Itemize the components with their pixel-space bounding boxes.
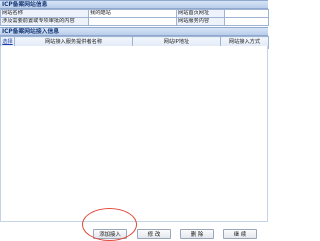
approval-content-label: 涉及需要前置或专项审批的内容	[0, 17, 89, 26]
site-name-value: 我的酷站	[88, 9, 177, 18]
table-row: 涉及需要前置或专项审批的内容 网站服务内容	[0, 17, 269, 26]
site-name-label: 网站名称	[0, 9, 89, 18]
table-row: 网站名称 我的酷站 网站首页网址	[0, 9, 269, 18]
access-list-body	[0, 46, 268, 222]
access-section-title: ICP备案网站接入信息	[0, 27, 268, 36]
homepage-url-label: 网站首页网址	[176, 9, 225, 18]
homepage-url-value	[224, 9, 269, 18]
service-content-label: 网站服务内容	[176, 17, 225, 26]
add-access-button[interactable]: 添加接入	[93, 229, 127, 239]
icp-info-table: 网站名称 我的酷站 网站首页网址 涉及需要前置或专项审批的内容 网站服务内容	[0, 9, 269, 26]
edit-button[interactable]: 修 改	[137, 229, 171, 239]
continue-button[interactable]: 继 续	[223, 229, 257, 239]
service-content-value	[224, 17, 269, 26]
approval-content-value	[88, 17, 177, 26]
delete-button[interactable]: 删 除	[180, 229, 214, 239]
icp-section-title: ICP备案网站信息	[0, 0, 268, 9]
